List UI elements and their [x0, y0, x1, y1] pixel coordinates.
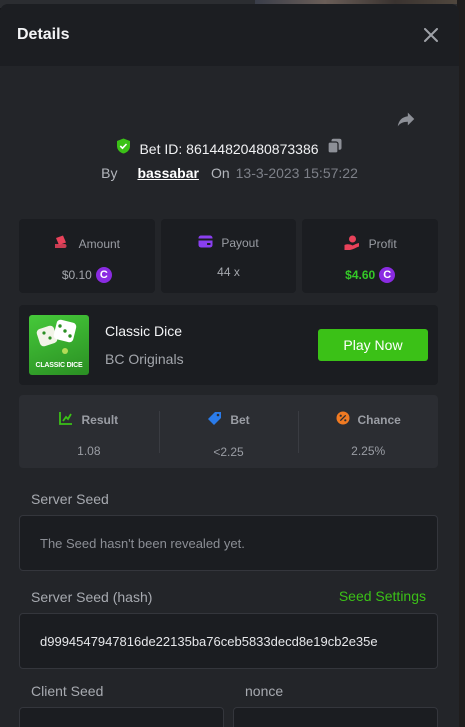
game-name: Classic Dice	[105, 323, 183, 339]
nonce-field[interactable]	[233, 707, 438, 727]
payout-stat: Payout 44 x	[160, 219, 297, 293]
copy-icon[interactable]	[326, 138, 343, 159]
profit-header: Profit	[344, 235, 397, 253]
bet-column: Bet <2.25	[158, 395, 299, 468]
close-icon[interactable]	[421, 25, 441, 45]
profit-value: $4.60	[345, 268, 376, 282]
server-seed-hash-value: d9994547947816de22135ba76ceb5833decd8e19…	[40, 633, 378, 649]
modal-header: Details	[0, 4, 459, 66]
amount-header: Amount	[54, 235, 120, 253]
payout-value: 44 x	[217, 265, 240, 279]
seed-settings-link[interactable]: Seed Settings	[339, 588, 426, 604]
bet-meta-row: By bassabar On 13-3-2023 15:57:22	[0, 165, 459, 181]
profit-icon	[344, 235, 361, 253]
result-label: Result	[81, 412, 119, 427]
result-column: Result 1.08	[19, 395, 159, 468]
payout-icon	[198, 235, 213, 251]
nonce-label: nonce	[245, 683, 284, 699]
profit-label: Profit	[368, 237, 397, 251]
server-seed-label: Server Seed	[31, 491, 109, 507]
play-now-button[interactable]: Play Now	[318, 329, 428, 361]
client-seed-label: Client Seed	[31, 683, 104, 699]
client-seed-field[interactable]	[19, 707, 224, 727]
coin-icon: C	[95, 267, 112, 283]
share-icon[interactable]	[395, 108, 417, 130]
percent-icon	[336, 411, 350, 428]
on-label: On	[210, 165, 230, 181]
chance-label: Chance	[357, 412, 401, 427]
payout-header: Payout	[198, 235, 259, 251]
profit-stat: Profit $4.60 C	[302, 219, 439, 293]
amount-label: Amount	[78, 237, 121, 251]
chance-value: 2.25%	[351, 444, 386, 458]
modal-title: Details	[17, 26, 70, 43]
bet-value: <2.25	[213, 445, 244, 459]
amount-value: $0.10	[61, 268, 92, 282]
username-link[interactable]: bassabar	[137, 165, 198, 181]
payout-value-row: 44 x	[217, 265, 240, 279]
bet-id: Bet ID: 86144820480873386	[139, 140, 319, 157]
game-card: CLASSIC DICE Classic Dice BC Originals P…	[19, 305, 438, 385]
payout-label: Payout	[221, 236, 259, 250]
amount-icon	[54, 235, 71, 253]
chance-column: Chance 2.25%	[298, 395, 438, 468]
server-seed-value: The Seed hasn't been revealed yet.	[40, 535, 245, 551]
result-icon	[59, 411, 73, 428]
chance-header: Chance	[336, 411, 401, 428]
bet-header: Bet	[207, 411, 250, 429]
game-thumbnail[interactable]: CLASSIC DICE	[29, 315, 89, 375]
game-provider: BC Originals	[105, 351, 184, 367]
bet-stats: Amount $0.10 C Payout 44 x Profit $4.60 …	[19, 219, 439, 293]
result-summary: Result 1.08 Bet <2.25 Chance 2.25%	[19, 395, 438, 468]
profit-value-row: $4.60 C	[345, 267, 396, 283]
server-seed-hash-label: Server Seed (hash)	[31, 589, 153, 605]
game-thumbnail-label: CLASSIC DICE	[35, 362, 83, 369]
server-seed-field: The Seed hasn't been revealed yet.	[19, 515, 438, 571]
coin-icon: C	[379, 267, 396, 283]
result-value: 1.08	[77, 444, 101, 458]
details-modal: Details Bet ID: 86144820480873386 By bas…	[0, 4, 459, 727]
server-seed-hash-field[interactable]: d9994547947816de22135ba76ceb5833decd8e19…	[19, 613, 438, 669]
bet-id-row: Bet ID: 86144820480873386	[0, 138, 459, 159]
shield-check-icon	[116, 138, 131, 159]
amount-stat: Amount $0.10 C	[19, 219, 155, 293]
result-header: Result	[59, 411, 118, 428]
bet-label: Bet	[230, 413, 250, 427]
tag-icon	[207, 411, 222, 429]
bet-date: 13-3-2023 15:57:22	[235, 165, 358, 181]
amount-value-row: $0.10 C	[62, 267, 112, 283]
by-label: By	[101, 165, 118, 181]
